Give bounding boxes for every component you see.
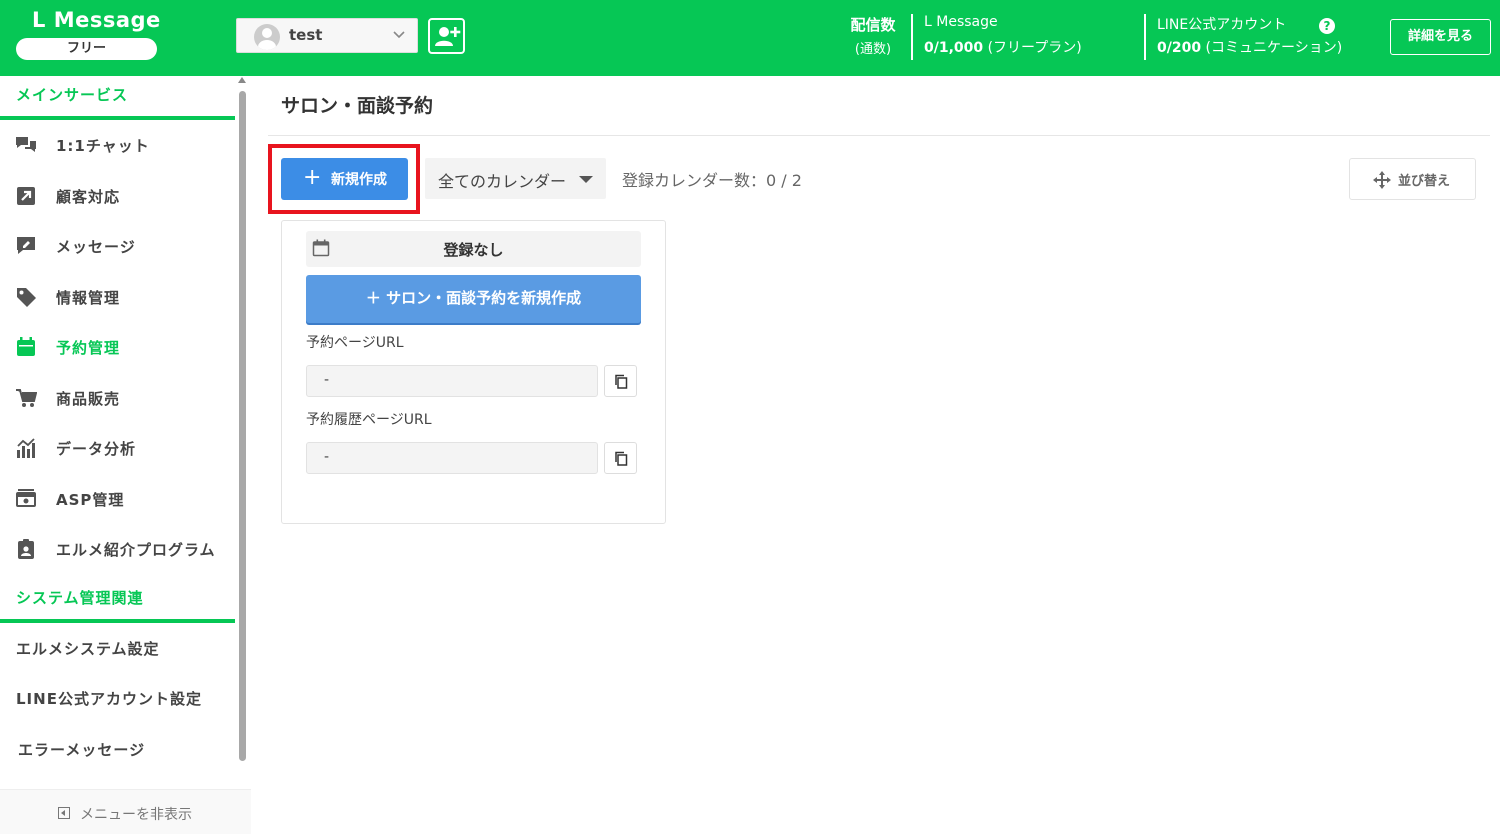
sidebar-item-chat[interactable]: 1:1チャット (0, 123, 235, 167)
view-details-button[interactable]: 詳細を見る (1390, 19, 1491, 55)
sidebar-item-reservation[interactable]: 予約管理 (0, 325, 235, 369)
copy-icon (615, 451, 628, 466)
title-divider (268, 135, 1490, 136)
sidebar-item-error-message[interactable]: エラーメッセージ (0, 727, 235, 771)
scroll-up-icon[interactable] (238, 77, 246, 83)
caret-down-icon (579, 176, 593, 183)
sidebar-item-label: メッセージ (56, 238, 136, 256)
sidebar-item-message[interactable]: メッセージ (0, 224, 235, 268)
scrollbar-thumb[interactable] (239, 91, 246, 761)
copy-booking-url-button[interactable] (604, 365, 637, 397)
add-friend-button[interactable] (428, 18, 465, 54)
sidebar-item-label: 顧客対応 (56, 188, 121, 206)
create-salon-reservation-button[interactable]: ＋ サロン・面談予約を新規作成 (306, 275, 641, 323)
section-divider (0, 619, 235, 623)
sidebar-item-system-settings[interactable]: エルメシステム設定 (0, 626, 235, 670)
plan-badge: フリー (16, 38, 157, 60)
sidebar-item-label: エルメ紹介プログラム (56, 541, 216, 559)
sidebar-item-asp[interactable]: ASP管理 (0, 477, 235, 521)
history-url-value: - (324, 449, 330, 465)
sidebar-item-label: 情報管理 (56, 289, 121, 307)
page-title: サロン・面談予約 (281, 95, 434, 117)
sidebar-item-referral[interactable]: エルメ紹介プログラム (0, 527, 235, 571)
calendar-icon (17, 337, 35, 356)
copy-history-url-button[interactable] (604, 442, 637, 474)
divider (1144, 14, 1146, 60)
sidebar-item-label: データ分析 (56, 440, 137, 458)
account-selector[interactable]: test (236, 18, 418, 53)
sidebar-scrollbar[interactable] (238, 77, 247, 767)
plus-icon: + (303, 165, 322, 190)
chat-icon (16, 137, 36, 152)
card-title: 登録なし (443, 241, 504, 259)
sidebar-item-analytics[interactable]: データ分析 (0, 426, 235, 470)
top-header: L Message フリー test 配信数 (通数) L Message 0/… (0, 0, 1500, 76)
avatar (254, 24, 280, 50)
account-name: test (289, 26, 323, 44)
asp-icon (16, 489, 36, 507)
booking-url-field[interactable]: - (306, 365, 598, 397)
delivery-count-label: 配信数 (850, 16, 896, 34)
sidebar-item-info[interactable]: 情報管理 (0, 275, 235, 319)
sidebar-item-label: 商品販売 (56, 390, 121, 408)
section-divider (0, 116, 235, 120)
sidebar-item-customer[interactable]: 顧客対応 (0, 174, 235, 218)
calendar-count: 登録カレンダー数：0 / 2 (622, 171, 802, 190)
sidebar-item-label: ASP管理 (56, 491, 125, 509)
new-create-button[interactable]: + 新規作成 (281, 158, 408, 200)
hide-menu-label: メニューを非表示 (80, 807, 192, 823)
hide-menu-button[interactable]: メニューを非表示 (0, 789, 251, 834)
line-account-usage: 0/200 (コミュニケーション) (1157, 40, 1343, 56)
calendar-filter-select[interactable]: 全てのカレンダー (425, 158, 606, 199)
booking-url-label: 予約ページURL (306, 335, 404, 351)
external-link-icon (17, 187, 35, 205)
calendar-filter-value: 全てのカレンダー (438, 172, 567, 191)
help-icon[interactable]: ? (1319, 18, 1335, 34)
chevron-down-icon (393, 31, 405, 39)
chart-icon (17, 438, 35, 458)
lmessage-usage: 0/1,000 (フリープラン) (924, 40, 1082, 56)
system-section-title: システム管理関連 (16, 589, 144, 607)
booking-url-value: - (324, 372, 330, 388)
sidebar-item-sales[interactable]: 商品販売 (0, 376, 235, 420)
sidebar-item-label: エラーメッセージ (18, 741, 146, 759)
cart-icon (16, 389, 37, 407)
new-create-label: 新規作成 (331, 172, 387, 188)
delivery-count-sub: (通数) (854, 42, 892, 57)
sidebar-item-label: エルメシステム設定 (16, 640, 160, 658)
history-url-field[interactable]: - (306, 442, 598, 474)
move-icon (1373, 171, 1391, 189)
tag-icon (17, 288, 36, 307)
main-service-section-title: メインサービス (16, 86, 129, 104)
message-edit-icon (17, 237, 35, 254)
sort-button[interactable]: 並び替え (1349, 158, 1476, 200)
copy-icon (615, 374, 628, 389)
sidebar-item-line-settings[interactable]: LINE公式アカウント設定 (0, 676, 235, 720)
sidebar-item-label: LINE公式アカウント設定 (16, 690, 202, 708)
card-header: 登録なし (306, 231, 641, 267)
divider (911, 14, 913, 60)
lmessage-label: L Message (924, 14, 998, 30)
sidebar-item-label: 1:1チャット (56, 137, 150, 155)
sidebar-item-label: 予約管理 (56, 339, 121, 357)
sort-label: 並び替え (1398, 174, 1451, 189)
history-url-label: 予約履歴ページURL (306, 412, 432, 428)
logo-title[interactable]: L Message (32, 8, 161, 32)
clipboard-user-icon (18, 539, 34, 559)
line-account-label: LINE公式アカウント (1157, 17, 1287, 33)
add-user-icon (435, 27, 461, 46)
collapse-icon (58, 807, 70, 819)
